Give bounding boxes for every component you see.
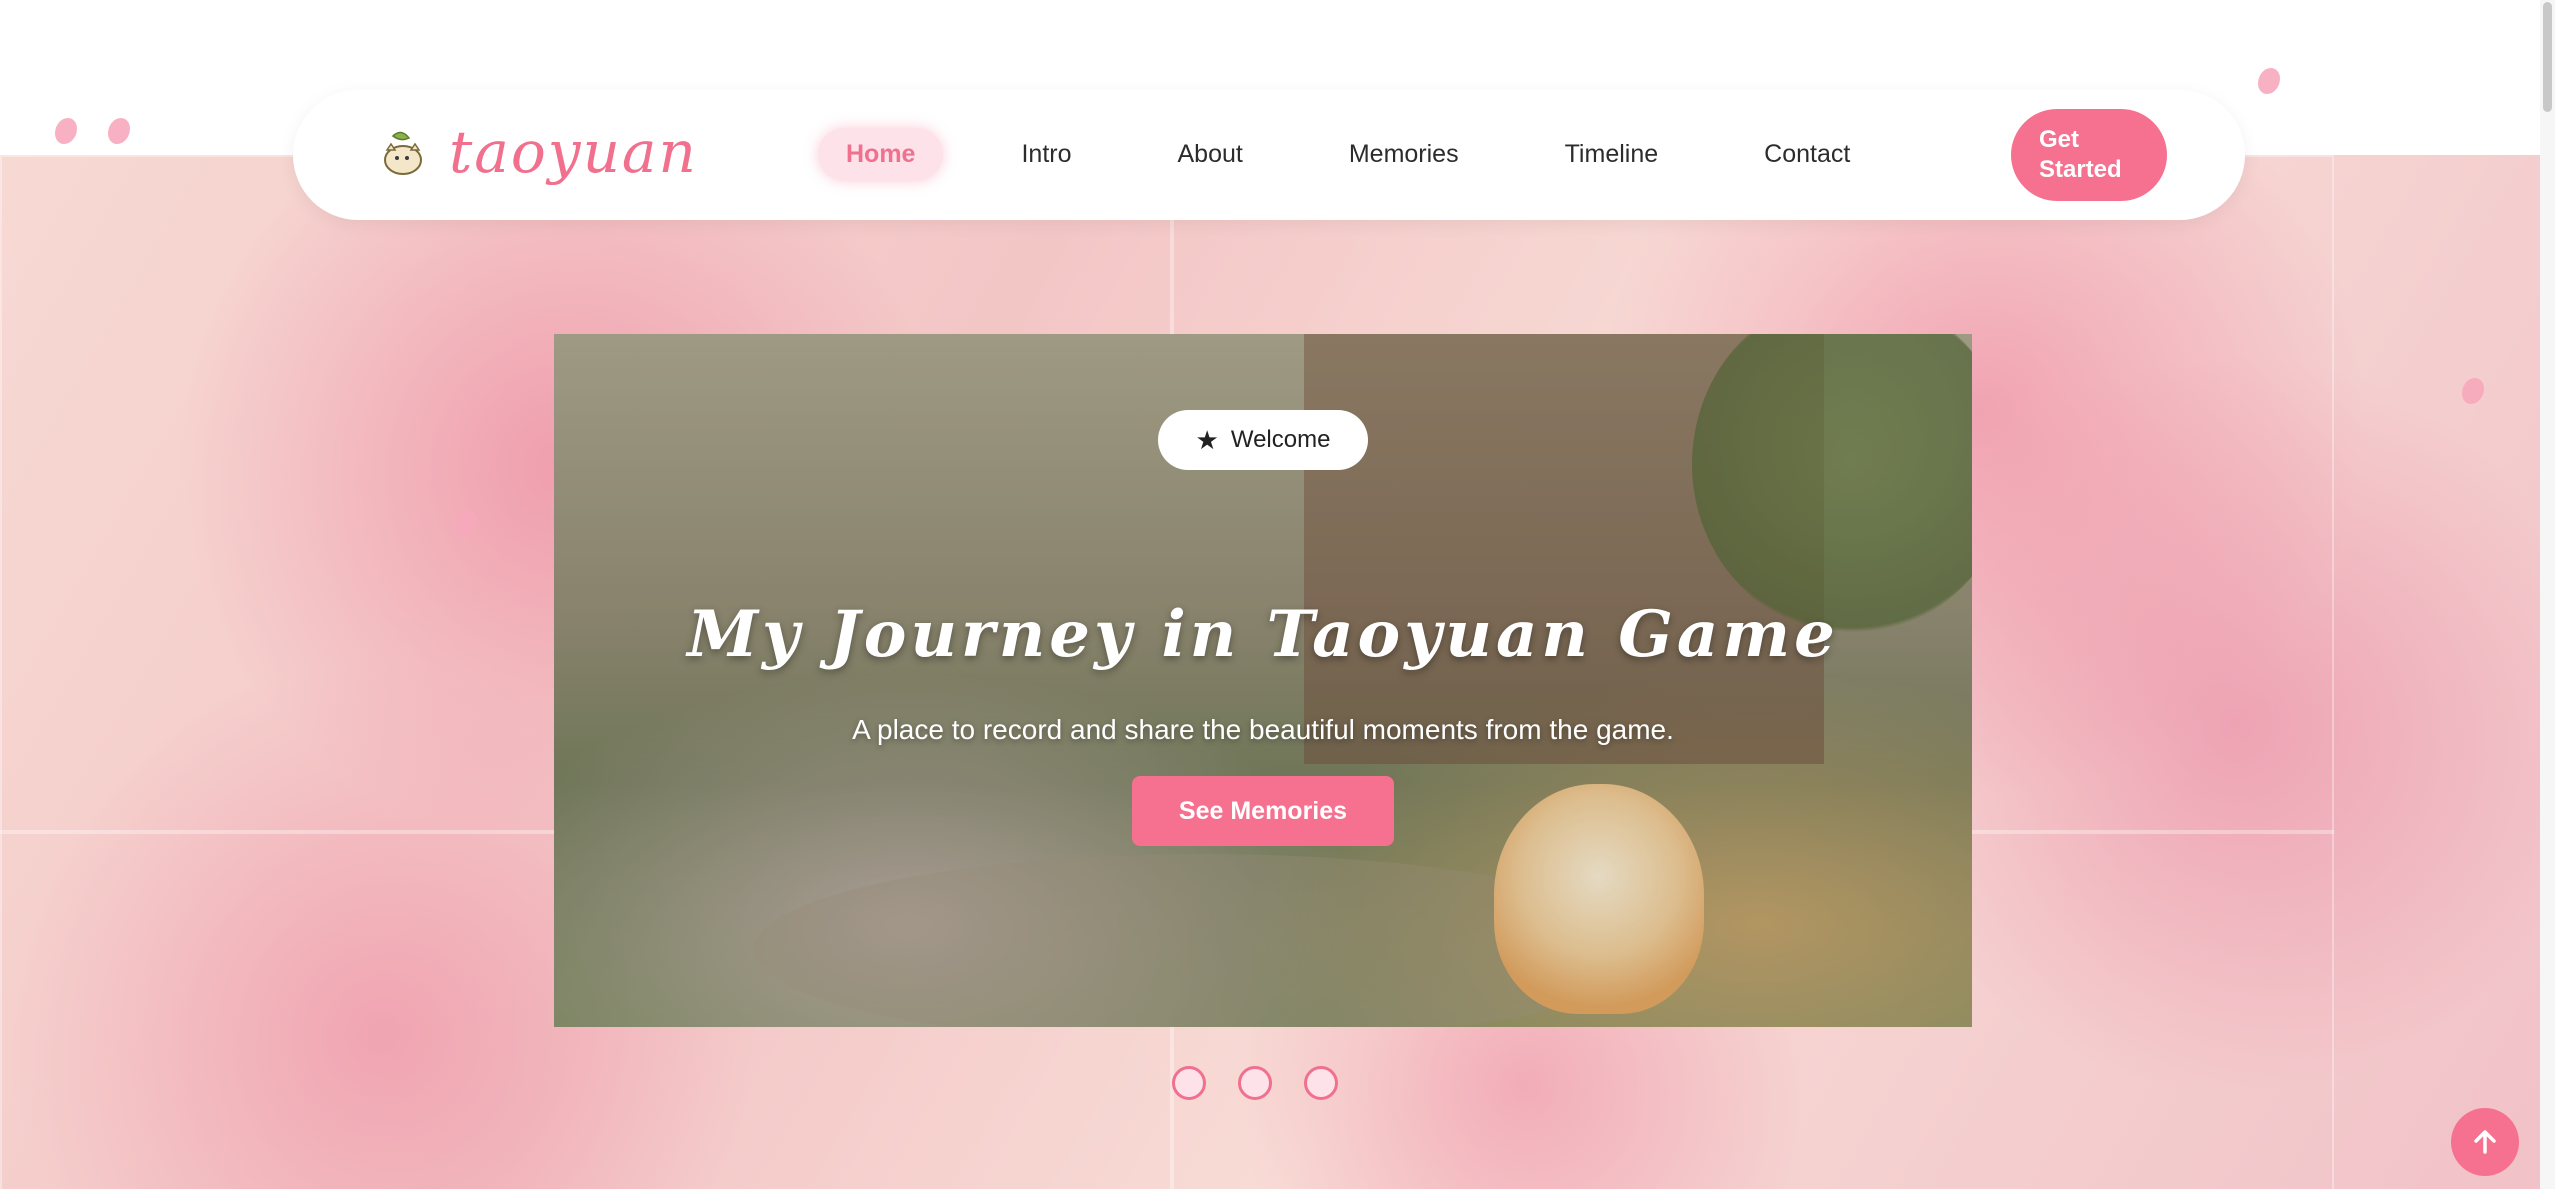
petal-decoration <box>108 118 130 144</box>
hero-subtitle: A place to record and share the beautifu… <box>852 714 1674 745</box>
carousel-dot-2[interactable] <box>1238 1066 1272 1100</box>
nav-item-home[interactable]: Home <box>818 128 944 181</box>
scrollbar-thumb[interactable] <box>2543 2 2552 112</box>
welcome-badge: ★ Welcome <box>1158 410 1368 470</box>
hero-title: My Journey in Taoyuan Game <box>687 596 1839 672</box>
arrow-up-icon <box>2474 1130 2496 1154</box>
nav-item-memories[interactable]: Memories <box>1321 128 1487 181</box>
carousel-indicators <box>1172 1066 1370 1100</box>
brand-logo[interactable]: taoyuan <box>373 118 698 186</box>
main-menu: Home Intro About Memories Timeline Conta… <box>818 128 1928 181</box>
petal-decoration <box>55 118 77 144</box>
carousel-dot-3[interactable] <box>1304 1066 1338 1100</box>
scroll-to-top-button[interactable] <box>2451 1108 2519 1176</box>
hero-carousel-slide: ★ Welcome My Journey in Taoyuan Game A p… <box>554 334 1972 1027</box>
nav-item-about[interactable]: About <box>1150 128 1271 181</box>
star-icon: ★ <box>1195 424 1219 455</box>
see-memories-button[interactable]: See Memories <box>1132 776 1394 846</box>
petal-decoration <box>2258 68 2280 94</box>
navbar: taoyuan Home Intro About Memories Timeli… <box>293 90 2245 220</box>
nav-item-timeline[interactable]: Timeline <box>1537 128 1687 181</box>
brand-name: taoyuan <box>449 118 698 186</box>
get-started-button[interactable]: Get Started <box>2011 109 2167 201</box>
scrollbar[interactable] <box>2540 0 2555 1189</box>
welcome-label: Welcome <box>1230 426 1331 453</box>
nav-item-intro[interactable]: Intro <box>993 128 1099 181</box>
cat-leaf-icon <box>384 131 422 175</box>
nav-item-contact[interactable]: Contact <box>1736 128 1878 181</box>
carousel-dot-1[interactable] <box>1172 1066 1206 1100</box>
